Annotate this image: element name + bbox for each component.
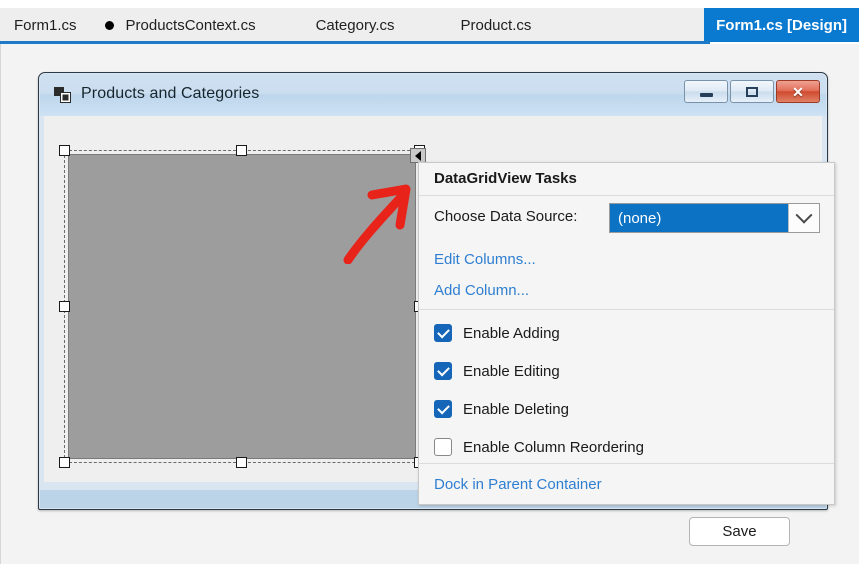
- resize-handle-top-left[interactable]: [59, 145, 70, 156]
- choose-data-source-label: Choose Data Source:: [434, 208, 577, 225]
- tab-product-cs[interactable]: Product.cs: [409, 8, 546, 42]
- triangle-left-icon: [415, 151, 421, 161]
- resize-handle-bottom-center[interactable]: [236, 457, 247, 468]
- close-button[interactable]: ✕: [776, 80, 820, 103]
- choose-data-source-row: Choose Data Source: (none): [419, 196, 834, 242]
- tab-form1-cs[interactable]: Form1.cs: [0, 8, 91, 42]
- form-title-bar: Products and Categories ✕: [40, 74, 826, 116]
- enable-deleting-checkbox[interactable]: [434, 400, 452, 418]
- tasks-panel-divider-bottom: [419, 463, 834, 464]
- close-icon: ✕: [792, 85, 804, 99]
- resize-handle-top-center[interactable]: [236, 145, 247, 156]
- tab-label: Form1.cs: [14, 17, 77, 34]
- enable-editing-checkbox[interactable]: [434, 362, 452, 380]
- enable-column-reordering-checkbox[interactable]: [434, 438, 452, 456]
- enable-adding-label: Enable Adding: [463, 325, 560, 342]
- data-source-selected-value: (none): [610, 204, 788, 232]
- enable-editing-label: Enable Editing: [463, 363, 560, 380]
- tab-label: Product.cs: [461, 17, 532, 34]
- tab-category-cs[interactable]: Category.cs: [270, 8, 409, 42]
- chevron-down-icon: [796, 207, 813, 224]
- checkmark-icon: [437, 401, 450, 414]
- checkmark-icon: [437, 363, 450, 376]
- tab-productscontext-cs[interactable]: ProductsContext.cs: [91, 8, 270, 42]
- save-button-label: Save: [722, 523, 756, 540]
- checkmark-icon: [437, 325, 450, 338]
- tab-label: ProductsContext.cs: [126, 17, 256, 34]
- tab-label: Form1.cs [Design]: [716, 17, 847, 34]
- resize-handle-middle-left[interactable]: [59, 301, 70, 312]
- editor-tab-strip: Form1.cs ProductsContext.cs Category.cs …: [0, 8, 859, 42]
- minimize-button[interactable]: [684, 80, 728, 103]
- dock-in-parent-container-link[interactable]: Dock in Parent Container: [434, 476, 602, 493]
- enable-column-reordering-label: Enable Column Reordering: [463, 439, 644, 456]
- datagridview-tasks-panel: DataGridView Tasks Choose Data Source: (…: [418, 162, 835, 505]
- maximize-button[interactable]: [730, 80, 774, 103]
- tab-form1-cs-design[interactable]: Form1.cs [Design]: [704, 8, 859, 42]
- window-controls: ✕: [684, 80, 820, 103]
- winforms-designer-surface: Products and Categories ✕: [0, 44, 859, 564]
- tab-strip-spacer: [545, 8, 704, 42]
- screenshot-root: Form1.cs ProductsContext.cs Category.cs …: [0, 0, 859, 564]
- edit-columns-link[interactable]: Edit Columns...: [434, 251, 536, 268]
- winform-icon: [54, 87, 71, 103]
- data-source-combobox[interactable]: (none): [609, 203, 820, 233]
- save-button[interactable]: Save: [689, 517, 790, 546]
- data-source-dropdown-button[interactable]: [788, 204, 819, 232]
- smart-tag-glyph-button[interactable]: [410, 148, 426, 163]
- add-column-link[interactable]: Add Column...: [434, 282, 529, 299]
- tab-label: Category.cs: [316, 17, 395, 34]
- datagridview-control[interactable]: [68, 154, 416, 459]
- tasks-panel-header: DataGridView Tasks: [419, 163, 834, 196]
- enable-deleting-label: Enable Deleting: [463, 401, 569, 418]
- unsaved-changes-dot-icon: [105, 21, 114, 30]
- enable-editing-row[interactable]: Enable Editing: [434, 360, 560, 382]
- tasks-panel-divider-top: [419, 309, 834, 310]
- minimize-icon: [700, 93, 713, 97]
- tasks-panel-title: DataGridView Tasks: [434, 170, 577, 187]
- maximize-icon: [746, 87, 758, 97]
- enable-adding-row[interactable]: Enable Adding: [434, 322, 560, 344]
- form-title-text: Products and Categories: [81, 85, 259, 103]
- enable-adding-checkbox[interactable]: [434, 324, 452, 342]
- enable-deleting-row[interactable]: Enable Deleting: [434, 398, 569, 420]
- enable-column-reordering-row[interactable]: Enable Column Reordering: [434, 436, 644, 458]
- resize-handle-bottom-left[interactable]: [59, 457, 70, 468]
